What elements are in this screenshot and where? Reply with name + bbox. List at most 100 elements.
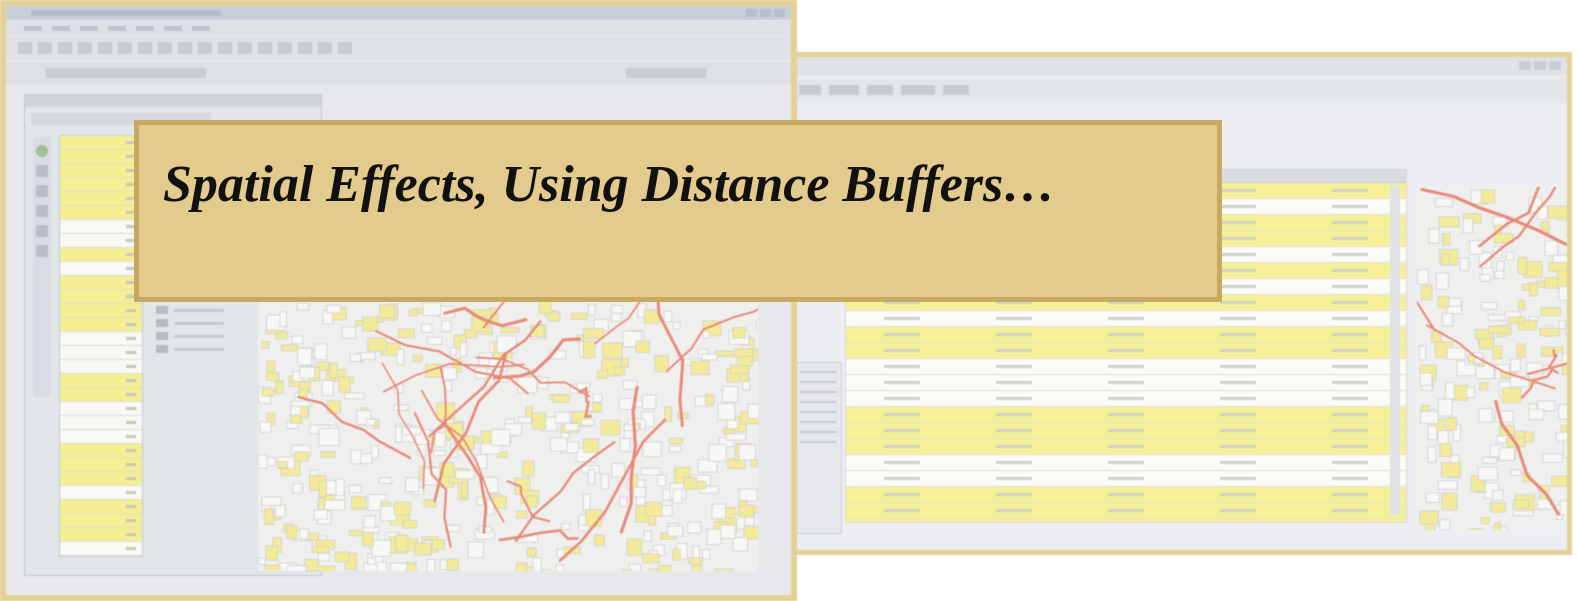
table-row[interactable] (846, 439, 1406, 455)
table-row[interactable] (60, 444, 142, 458)
table-row[interactable] (60, 514, 142, 528)
table-row[interactable] (60, 388, 142, 402)
table-row[interactable] (846, 391, 1406, 407)
minimize-icon[interactable] (1519, 61, 1531, 70)
secondary-toolbar (6, 62, 791, 84)
table-row[interactable] (60, 304, 142, 318)
zoom-tool-icon[interactable] (36, 205, 48, 217)
table-row[interactable] (60, 402, 142, 416)
table-row[interactable] (846, 519, 1406, 522)
menu-item[interactable] (24, 25, 42, 31)
table-row[interactable] (60, 150, 142, 164)
toolbar-button[interactable] (158, 42, 172, 54)
table-row[interactable] (60, 472, 142, 486)
select-tool-icon[interactable] (36, 165, 48, 177)
right-window-toolbar (785, 79, 1567, 101)
table-row[interactable] (60, 430, 142, 444)
toolbar-button[interactable] (318, 42, 332, 54)
table-row[interactable] (60, 164, 142, 178)
table-row[interactable] (60, 486, 142, 500)
table-row[interactable] (60, 262, 142, 276)
identify-tool-icon[interactable] (36, 225, 48, 237)
table-row[interactable] (60, 556, 142, 557)
toolbar-button[interactable] (38, 42, 52, 54)
globe-tool-icon[interactable] (36, 145, 48, 157)
table-row[interactable] (846, 423, 1406, 439)
table-row[interactable] (60, 248, 142, 262)
table-row[interactable] (846, 327, 1406, 343)
table-row[interactable] (60, 206, 142, 220)
close-icon[interactable] (1549, 61, 1561, 70)
toolbar-button[interactable] (238, 42, 252, 54)
toolbar-button[interactable] (867, 85, 893, 95)
table-row[interactable] (846, 359, 1406, 375)
table-row[interactable] (846, 487, 1406, 503)
toolbar-button[interactable] (78, 42, 92, 54)
toolbar-button[interactable] (58, 42, 72, 54)
toolbar-button[interactable] (298, 42, 312, 54)
legend-item (156, 306, 246, 314)
maximize-icon[interactable] (760, 9, 771, 17)
minimize-icon[interactable] (746, 9, 757, 17)
side-panel (795, 362, 842, 534)
table-row[interactable] (846, 375, 1406, 391)
table-row[interactable] (60, 360, 142, 374)
close-icon[interactable] (774, 9, 785, 17)
table-row[interactable] (846, 471, 1406, 487)
table-row[interactable] (846, 455, 1406, 471)
table-row[interactable] (60, 416, 142, 430)
table-row[interactable] (60, 542, 142, 556)
table-row[interactable] (60, 332, 142, 346)
pan-tool-icon[interactable] (36, 185, 48, 197)
table-row[interactable] (60, 458, 142, 472)
menu-item[interactable] (108, 25, 126, 31)
table-row[interactable] (60, 318, 142, 332)
toolbar-button[interactable] (218, 42, 232, 54)
city-map[interactable] (258, 301, 758, 571)
toolbar-button[interactable] (178, 42, 192, 54)
table-row[interactable] (60, 500, 142, 514)
toolbar-button[interactable] (799, 85, 821, 95)
table-row[interactable] (846, 343, 1406, 359)
window-title (31, 10, 221, 16)
right-map-view[interactable] (1417, 187, 1567, 530)
scale-combo[interactable] (626, 68, 706, 78)
measure-tool-icon[interactable] (36, 245, 48, 257)
toolbar-button[interactable] (278, 42, 292, 54)
toolbar-button[interactable] (901, 85, 935, 95)
table-row[interactable] (60, 346, 142, 360)
table-row[interactable] (60, 136, 142, 150)
menu-item[interactable] (192, 25, 210, 31)
menu-item[interactable] (52, 25, 70, 31)
title-banner: Spatial Effects, Using Distance Buffers… (134, 120, 1222, 302)
table-row[interactable] (60, 234, 142, 248)
left-window-titlebar (6, 6, 791, 20)
layer-combo[interactable] (46, 68, 206, 78)
maximize-icon[interactable] (1534, 61, 1546, 70)
toolbar-button[interactable] (258, 42, 272, 54)
table-row[interactable] (846, 407, 1406, 423)
attribute-window-titlebar (25, 95, 321, 107)
table-row[interactable] (60, 528, 142, 542)
toolbar-button[interactable] (338, 42, 352, 54)
table-row[interactable] (846, 503, 1406, 519)
table-row[interactable] (60, 276, 142, 290)
toolbar-button[interactable] (138, 42, 152, 54)
table-row[interactable] (60, 192, 142, 206)
table-row[interactable] (60, 290, 142, 304)
toolbar-button[interactable] (98, 42, 112, 54)
toolbar-button[interactable] (943, 85, 969, 95)
table-row[interactable] (60, 220, 142, 234)
table-row[interactable] (846, 311, 1406, 327)
menu-item[interactable] (136, 25, 154, 31)
toolbar-button[interactable] (829, 85, 859, 95)
toolbar-button[interactable] (118, 42, 132, 54)
table-row[interactable] (60, 374, 142, 388)
toolbar-button[interactable] (198, 42, 212, 54)
left-attribute-table[interactable] (59, 135, 143, 557)
menu-item[interactable] (80, 25, 98, 31)
toolbar-button[interactable] (18, 42, 32, 54)
table-row[interactable] (60, 178, 142, 192)
menu-item[interactable] (164, 25, 182, 31)
table-scrollbar[interactable] (1390, 185, 1400, 515)
